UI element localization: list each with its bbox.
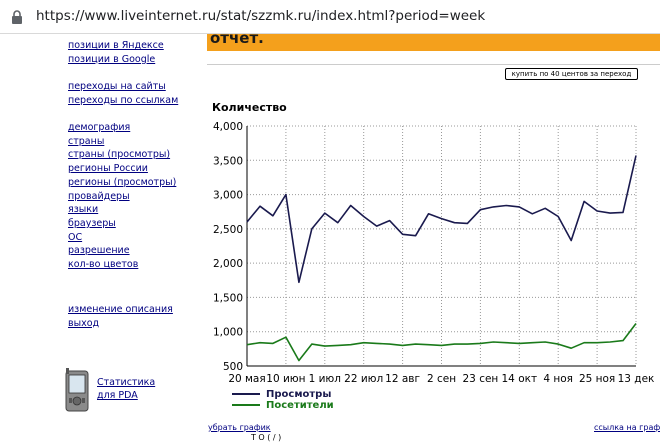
y-tick-label: 4,000	[213, 121, 243, 133]
orange-banner: отчет.	[207, 34, 660, 51]
y-tick-label: 3,000	[213, 190, 243, 202]
series-line-visitors	[246, 323, 637, 362]
sidebar-link[interactable]: страны	[68, 136, 104, 147]
sidebar-link[interactable]: кол-во цветов	[68, 259, 138, 270]
x-tick-label: 4 ноя	[543, 373, 573, 385]
sidebar-link[interactable]: ОС	[68, 232, 82, 243]
sidebar-link[interactable]: позиции в Google	[68, 54, 155, 65]
x-tick-label: 1 июл	[309, 373, 341, 385]
x-tick-label: 20 мая	[228, 373, 265, 385]
buy-clicks-button[interactable]: купить по 40 центов за переход	[505, 68, 638, 80]
url-text[interactable]: https://www.liveinternet.ru/stat/szzmk.r…	[36, 8, 485, 24]
y-tick-label: 2,000	[213, 258, 243, 270]
x-tick-label: 12 авг	[385, 373, 420, 385]
series-line-views	[246, 155, 637, 284]
chart-link[interactable]: ссылка на график	[594, 423, 660, 432]
sidebar-link[interactable]: браузеры	[68, 218, 116, 229]
x-tick-label: 13 дек	[618, 373, 655, 385]
x-tick-label: 22 июл	[344, 373, 383, 385]
pda-link-line2[interactable]: для PDA	[97, 389, 155, 402]
legend-swatch-views	[232, 393, 260, 395]
sidebar-link[interactable]: переходы на сайты	[68, 81, 166, 92]
lock-icon	[12, 10, 22, 24]
legend-label-visitors: Посетители	[266, 400, 334, 411]
sidebar-link[interactable]: разрешение	[68, 245, 130, 256]
x-tick-label: 10 июн	[266, 373, 305, 385]
plot-area	[247, 126, 636, 366]
sidebar-link[interactable]: позиции в Яндексе	[68, 40, 164, 51]
sidebar-link[interactable]: переходы по ссылкам	[68, 95, 178, 106]
x-tick-label: 2 сен	[427, 373, 456, 385]
partial-footer-text: Т О ( / )	[251, 433, 282, 442]
sidebar-link[interactable]: регионы России	[68, 163, 148, 174]
legend-swatch-visitors	[232, 404, 260, 406]
sidebar-link[interactable]: провайдеры	[68, 191, 130, 202]
banner-text: отчет.	[210, 34, 264, 47]
pda-stats-link[interactable]: Статистика для PDA	[97, 376, 155, 402]
sidebar-link[interactable]: демография	[68, 122, 130, 133]
browser-address-bar[interactable]: https://www.liveinternet.ru/stat/szzmk.r…	[0, 0, 660, 34]
pda-link-line1[interactable]: Статистика	[97, 376, 155, 389]
pda-device-icon	[65, 368, 89, 412]
x-tick-label: 23 сен	[463, 373, 499, 385]
legend-label-views: Просмотры	[266, 389, 332, 400]
y-tick-label: 2,500	[213, 224, 243, 236]
legend-item-visitors: Посетители	[232, 400, 334, 411]
hide-chart-link[interactable]: убрать график	[208, 423, 271, 432]
y-tick-label: 3,500	[213, 155, 243, 167]
sidebar-link[interactable]: изменение описания	[68, 304, 173, 315]
chart-legend: Просмотры Посетители	[232, 389, 334, 411]
x-tick-label: 25 ноя	[579, 373, 615, 385]
divider	[207, 64, 660, 65]
sidebar-link[interactable]: регионы (просмотры)	[68, 177, 176, 188]
y-tick-label: 1,000	[213, 327, 243, 339]
legend-item-views: Просмотры	[232, 389, 334, 400]
sidebar-link[interactable]: страны (просмотры)	[68, 149, 170, 160]
chart-title: Количество	[212, 101, 287, 114]
y-tick-label: 1,500	[213, 292, 243, 304]
sidebar-link[interactable]: языки	[68, 204, 98, 215]
sidebar-link[interactable]: выход	[68, 318, 99, 329]
y-tick-label: 500	[223, 361, 243, 373]
x-tick-label: 14 окт	[502, 373, 538, 385]
